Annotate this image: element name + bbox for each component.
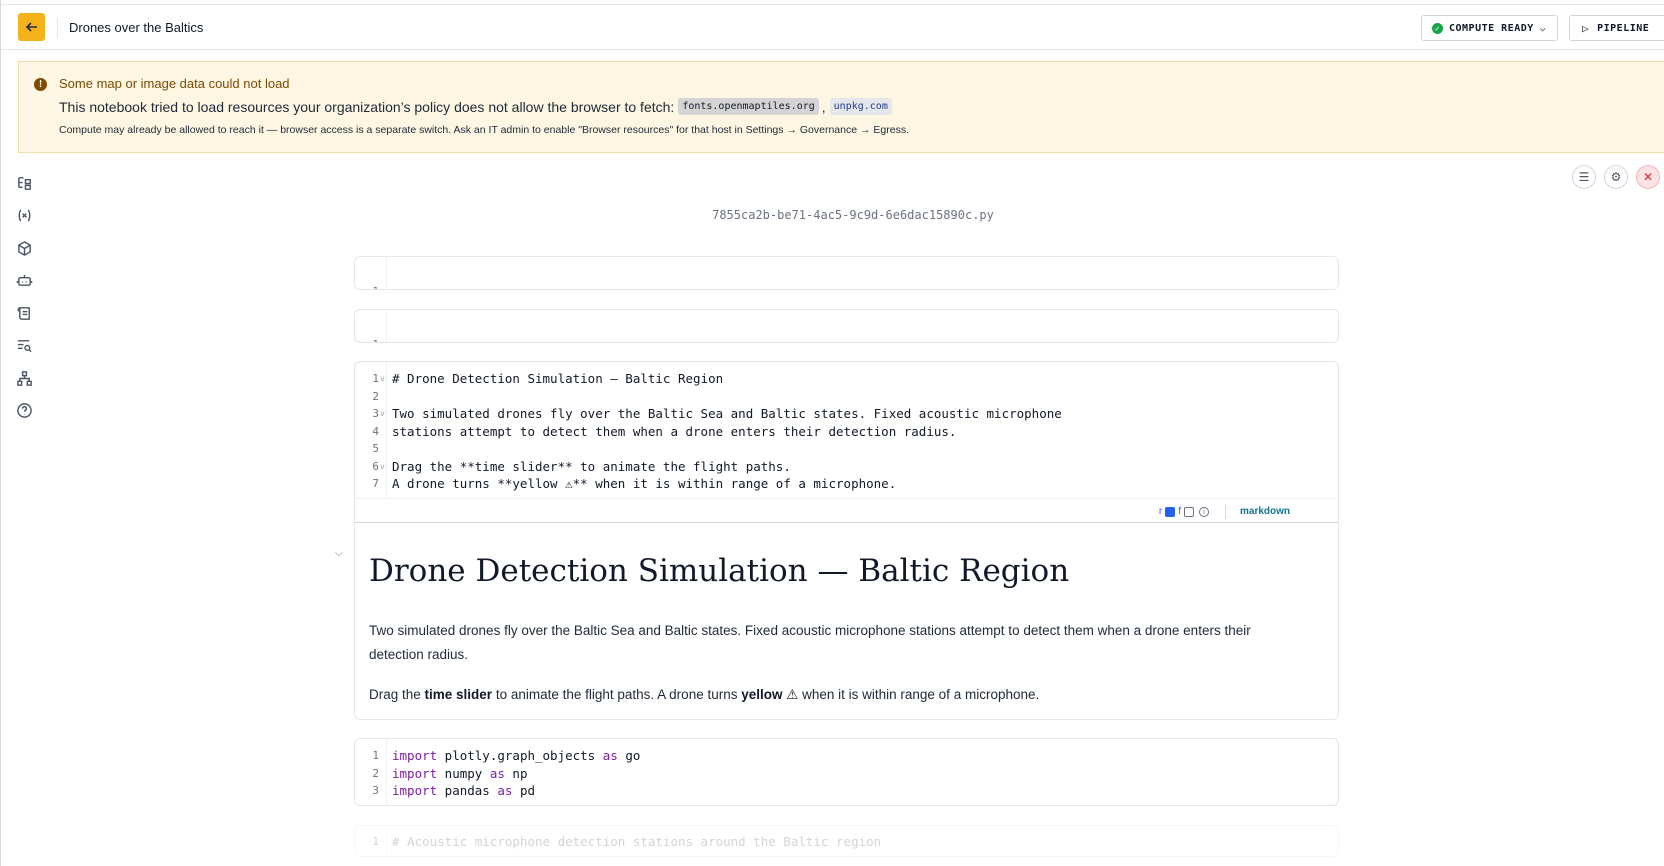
robot-icon[interactable] <box>13 270 35 292</box>
compute-status-dropdown[interactable]: ✓ COMPUTE READY ⌵ <box>1421 15 1558 41</box>
code-editor[interactable]: 1 import marimo as mo <box>355 318 1338 343</box>
notebook-title: Drones over the Baltics <box>69 20 204 35</box>
rendered-paragraph: Two simulated drones fly over the Baltic… <box>369 623 1251 662</box>
code-line: 1 <box>355 265 1338 290</box>
f-string-label: f <box>1178 506 1181 517</box>
resource-warning-banner: ! Some map or image data could not load … <box>18 61 1664 153</box>
notebook-app: Drones over the Baltics ✓ COMPUTE READY … <box>0 0 1664 866</box>
fold-chevron-icon[interactable]: v <box>380 370 385 388</box>
code-line: 7A drone turns **yellow ⚠** when it is w… <box>372 476 897 491</box>
banner-message-text: This notebook tried to load resources yo… <box>59 98 675 115</box>
chevron-down-icon: ⌵ <box>1539 22 1547 34</box>
fold-chevron-icon[interactable]: v <box>380 405 385 423</box>
banner-note: Compute may already be allowed to reach … <box>59 124 909 136</box>
line-number: 1 <box>355 283 379 290</box>
divider <box>57 18 58 38</box>
markdown-cell-footer: r f i markdown <box>355 498 1338 523</box>
language-selector[interactable]: markdown <box>1240 506 1290 517</box>
info-icon[interactable]: i <box>1198 506 1209 517</box>
code-cell[interactable]: 1 import plotly.graph_objects as go 2 impo… <box>354 738 1339 806</box>
search-list-icon[interactable] <box>13 335 35 357</box>
code-cell[interactable]: 1 <box>354 256 1339 290</box>
code-line: 3 import pandas as pd <box>372 783 536 798</box>
menu-icon[interactable]: ☰ <box>1572 165 1596 189</box>
code-line: 3 v Two simulated drones fly over the Balt… <box>372 405 1062 423</box>
pipeline-button[interactable]: ▷ PIPELINE <box>1569 15 1664 41</box>
code-line: 1 # Acoustic microphone detection station… <box>372 834 882 849</box>
raw-string-label: r <box>1158 506 1163 517</box>
top-bar: Drones over the Baltics ✓ COMPUTE READY … <box>1 4 1664 50</box>
code-editor[interactable]: 1 # Acoustic microphone detection station… <box>355 833 1338 851</box>
pipeline-label: PIPELINE <box>1597 22 1650 34</box>
back-button[interactable] <box>18 13 45 41</box>
help-icon[interactable] <box>13 400 35 422</box>
play-icon: ▷ <box>1582 21 1590 35</box>
fold-chevron-icon[interactable]: v <box>380 458 385 476</box>
collapse-chevron-icon[interactable]: ⌵ <box>335 548 343 559</box>
code-line: 4 stations attempt to detect them when a … <box>372 423 957 439</box>
check-circle-icon: ✓ <box>1432 22 1443 34</box>
rendered-heading: Drone Detection Simulation — Baltic Regi… <box>369 553 1070 589</box>
code-line: 1 import plotly.graph_objects as go <box>372 748 641 763</box>
notebook-filename: 7855ca2b-be71-4ac5-9c9d-6e6dac15890c.py <box>712 208 994 222</box>
code-editor[interactable]: 1 import plotly.graph_objects as go 2 impo… <box>355 747 1338 800</box>
host-separator: , <box>821 98 826 115</box>
code-line: 1 import marimo as mo <box>355 318 1338 343</box>
close-icon[interactable]: ✕ <box>1636 165 1660 189</box>
arrow-left-icon <box>25 22 37 32</box>
divider <box>1224 504 1226 519</box>
code-cell[interactable]: 1 import marimo as mo <box>354 309 1339 343</box>
code-line: 6 v Drag the **time slider** to animate th… <box>372 458 791 476</box>
blocked-host-chip: fonts.openmaptiles.org <box>678 98 819 115</box>
code-line: 1 v # Drone Detection Simulation — Baltic … <box>372 370 724 388</box>
package-icon[interactable] <box>13 237 35 259</box>
rendered-paragraph: Drag the time slider to animate the flig… <box>369 687 1040 702</box>
banner-message: This notebook tried to load resources yo… <box>59 98 892 115</box>
code-line: 2 <box>372 389 379 403</box>
file-tree-icon[interactable] <box>13 172 35 194</box>
raw-string-checkbox[interactable] <box>1165 506 1176 517</box>
dependency-graph-icon[interactable] <box>13 367 35 389</box>
line-number: 1 <box>355 336 379 343</box>
code-cell[interactable]: 1 # Acoustic microphone detection station… <box>354 825 1339 857</box>
code-editor[interactable]: 1 v # Drone Detection Simulation — Baltic … <box>355 370 1338 493</box>
code-line: 5 <box>372 442 379 455</box>
scroll-icon[interactable] <box>13 302 35 324</box>
banner-title: Some map or image data could not load <box>59 76 290 91</box>
compute-status-label: COMPUTE READY <box>1449 22 1534 34</box>
markdown-cell[interactable]: 1 v # Drone Detection Simulation — Baltic … <box>354 361 1339 523</box>
code-line: 2 import numpy as np <box>372 765 528 781</box>
f-string-checkbox[interactable] <box>1183 506 1194 517</box>
alert-circle-icon: ! <box>34 78 47 91</box>
blocked-host-chip: unpkg.com <box>829 98 892 115</box>
code-editor[interactable]: 1 <box>355 265 1338 290</box>
gear-icon[interactable]: ⚙ <box>1604 165 1628 189</box>
markdown-output: Drone Detection Simulation — Baltic Regi… <box>354 522 1339 720</box>
